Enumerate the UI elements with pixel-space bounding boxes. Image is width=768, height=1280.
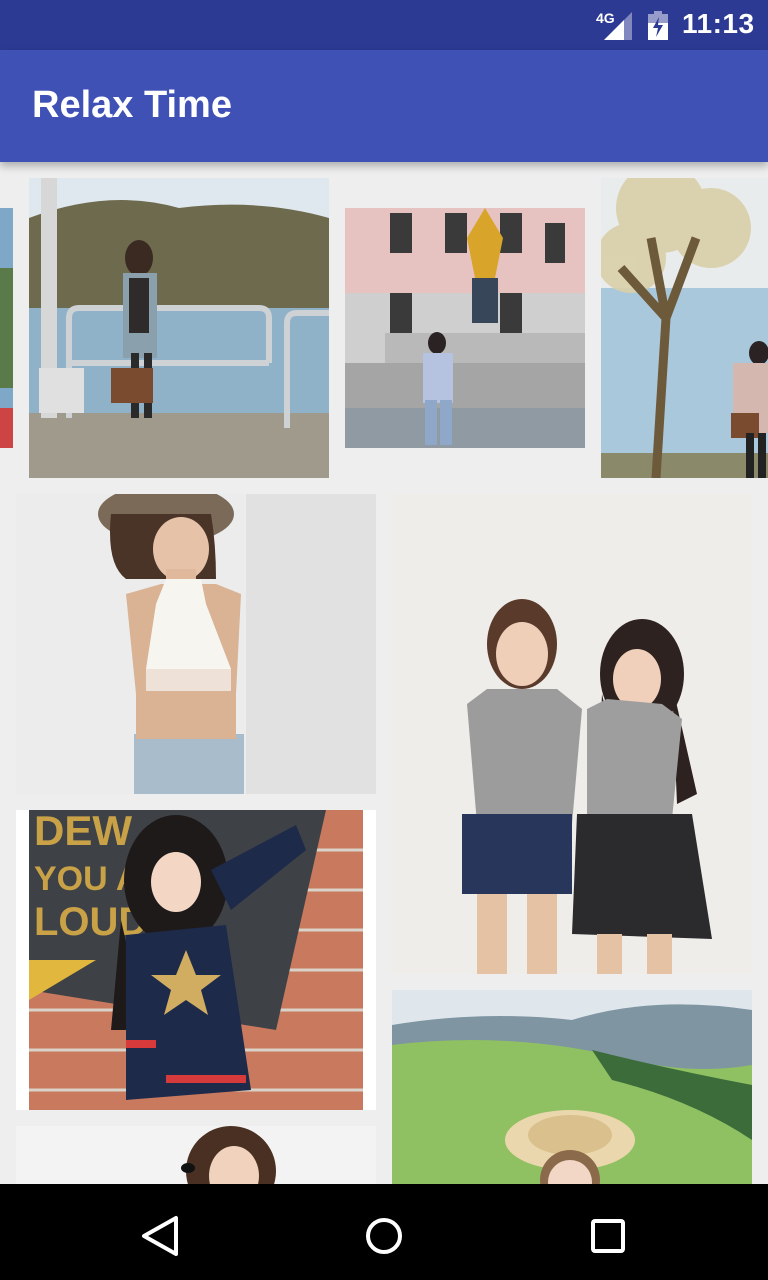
- photo-two-girls[interactable]: [392, 494, 752, 974]
- photo-pier[interactable]: [29, 178, 329, 478]
- status-bar: 4G 11:13: [0, 0, 768, 50]
- photo-edge-left[interactable]: [0, 208, 13, 448]
- photo-grid: DEW YOU ARE LOUD: [0, 162, 768, 1184]
- svg-text:DEW: DEW: [34, 810, 132, 854]
- back-icon[interactable]: [136, 1212, 184, 1260]
- photo-meadow[interactable]: [392, 990, 752, 1184]
- battery-icon: [648, 11, 668, 40]
- app-bar: Relax Time: [0, 50, 768, 162]
- photo-fountain[interactable]: [345, 208, 585, 448]
- app-title: Relax Time: [32, 84, 232, 126]
- clock: 11:13: [682, 8, 755, 39]
- photo-brick-wall[interactable]: DEW YOU ARE LOUD: [16, 810, 376, 1110]
- photo-partial-bottom[interactable]: [16, 1126, 376, 1184]
- photo-white-top[interactable]: [16, 494, 376, 794]
- photo-tree[interactable]: [601, 178, 768, 478]
- home-icon[interactable]: [360, 1212, 408, 1260]
- signal-icon: [604, 12, 632, 40]
- recents-icon[interactable]: [584, 1212, 632, 1260]
- navigation-bar: [0, 1184, 768, 1280]
